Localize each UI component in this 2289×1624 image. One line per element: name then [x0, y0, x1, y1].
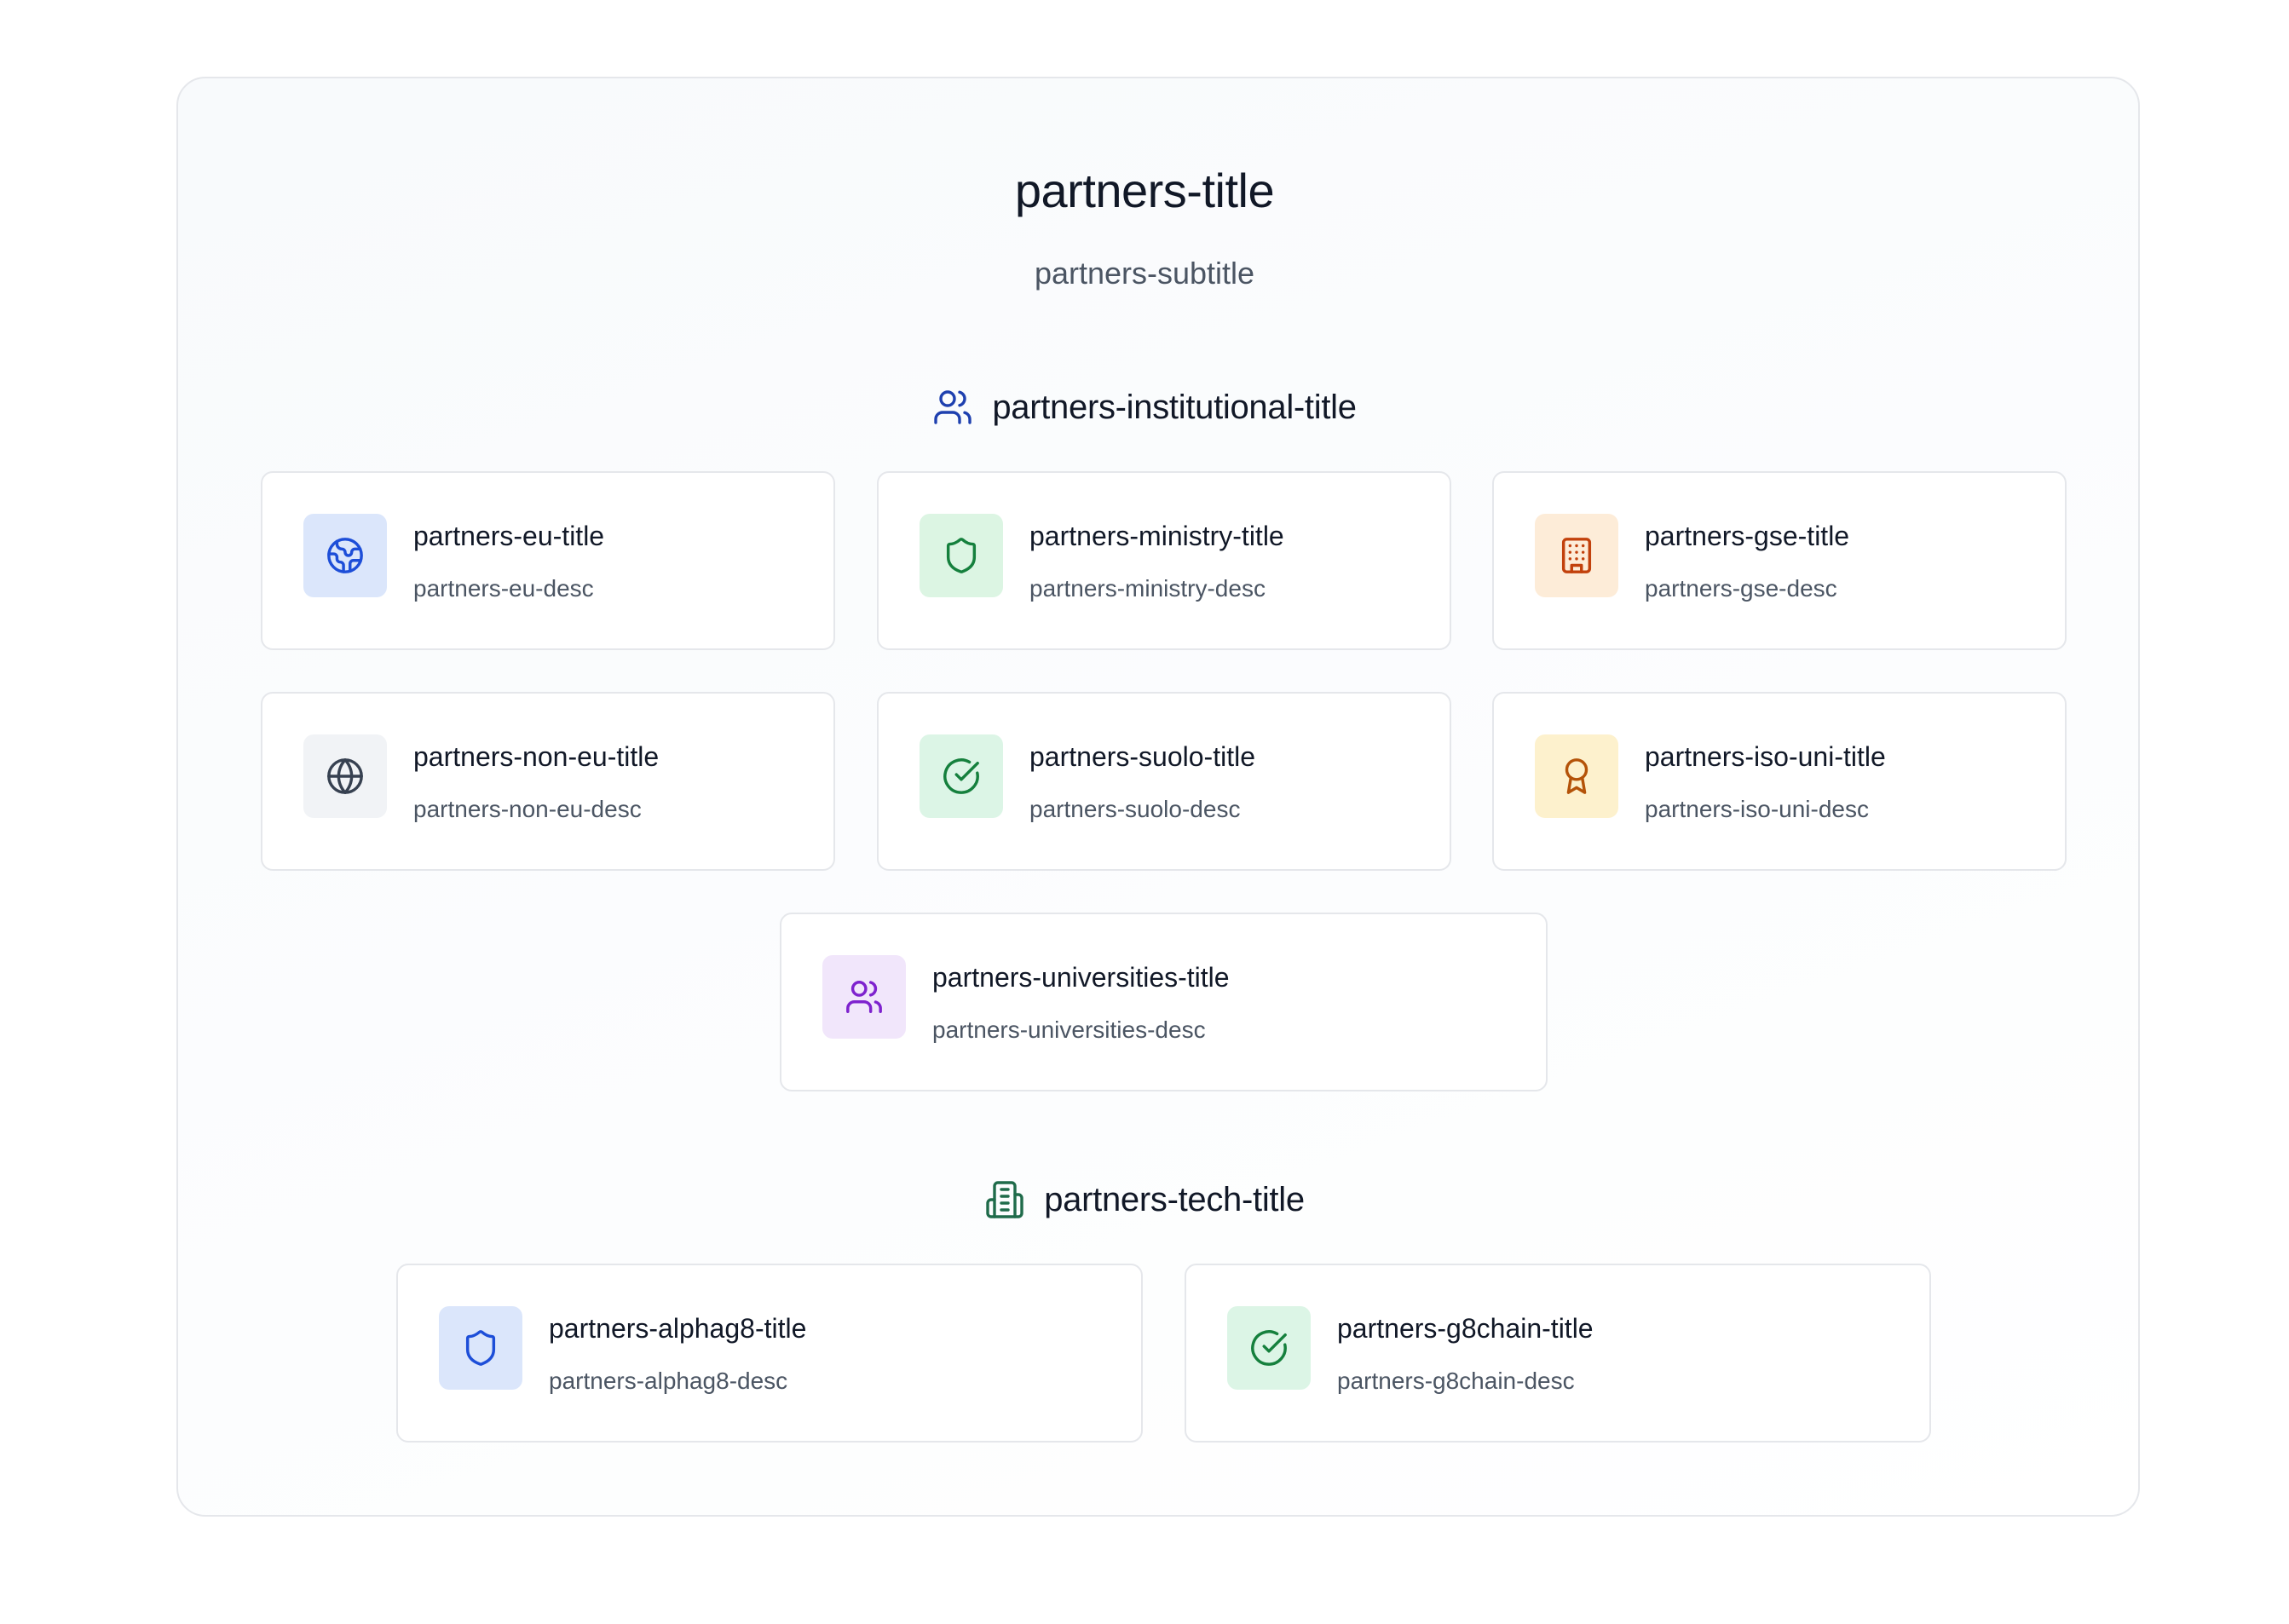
card-title: partners-g8chain-title — [1337, 1313, 1594, 1344]
award-icon — [1535, 734, 1618, 818]
card-description: partners-g8chain-desc — [1337, 1368, 1575, 1394]
card-title: partners-ministry-title — [1029, 521, 1284, 551]
partner-card-g8chain[interactable]: partners-g8chain-title partners-g8chain-… — [1185, 1264, 1931, 1443]
section-title: partners-institutional-title — [992, 389, 1357, 426]
card-title: partners-gse-title — [1645, 521, 1850, 551]
card-description: partners-alphag8-desc — [549, 1368, 788, 1394]
partner-card-alphag8[interactable]: partners-alphag8-title partners-alphag8-… — [396, 1264, 1143, 1443]
shield-icon — [439, 1306, 522, 1390]
page-title: partners-title — [1014, 164, 1275, 217]
partner-card-iso-uni[interactable]: partners-iso-uni-title partners-iso-uni-… — [1492, 692, 2067, 871]
card-description: partners-suolo-desc — [1029, 796, 1241, 822]
building-icon — [1535, 514, 1618, 597]
card-title: partners-non-eu-title — [413, 741, 660, 772]
page-subtitle: partners-subtitle — [1034, 256, 1255, 291]
partner-card-suolo[interactable]: partners-suolo-title partners-suolo-desc — [877, 692, 1451, 871]
partner-card-gse[interactable]: partners-gse-title partners-gse-desc — [1492, 471, 2067, 650]
card-description: partners-ministry-desc — [1029, 575, 1266, 602]
card-title: partners-alphag8-title — [549, 1313, 807, 1344]
check-circle-icon — [1227, 1306, 1311, 1390]
card-description: partners-eu-desc — [413, 575, 594, 602]
partner-card-universities[interactable]: partners-universities-title partners-uni… — [780, 913, 1548, 1091]
globe-icon — [303, 734, 387, 818]
card-description: partners-non-eu-desc — [413, 796, 642, 822]
partner-card-non-eu[interactable]: partners-non-eu-title partners-non-eu-de… — [261, 692, 835, 871]
section-institutional-header: partners-institutional-title — [0, 377, 2289, 437]
card-description: partners-universities-desc — [932, 1016, 1206, 1043]
card-title: partners-universities-title — [932, 962, 1230, 993]
section-tech-header: partners-tech-title — [0, 1170, 2289, 1230]
card-title: partners-suolo-title — [1029, 741, 1255, 772]
card-description: partners-iso-uni-desc — [1645, 796, 1869, 822]
globe-map-icon — [303, 514, 387, 597]
card-description: partners-gse-desc — [1645, 575, 1837, 602]
card-title: partners-iso-uni-title — [1645, 741, 1886, 772]
building-icon — [984, 1179, 1025, 1220]
partner-card-eu[interactable]: partners-eu-title partners-eu-desc — [261, 471, 835, 650]
card-title: partners-eu-title — [413, 521, 605, 551]
section-title: partners-tech-title — [1044, 1181, 1305, 1218]
users-icon — [822, 955, 906, 1039]
check-circle-icon — [920, 734, 1003, 818]
shield-icon — [920, 514, 1003, 597]
partner-card-ministry[interactable]: partners-ministry-title partners-ministr… — [877, 471, 1451, 650]
users-icon — [932, 387, 973, 428]
